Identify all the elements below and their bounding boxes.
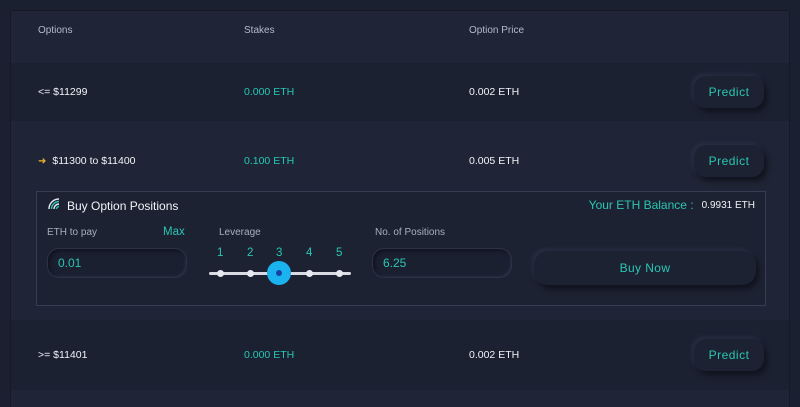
leverage-option-5[interactable]: 5 [336, 247, 342, 259]
table-row-selected: ➜ $11300 to $11400 0.100 ETH 0.005 ETH P… [11, 127, 789, 195]
leverage-stop-2[interactable] [247, 270, 254, 277]
option-price: 0.002 ETH [469, 86, 520, 98]
table-row: >= $11401 0.000 ETH 0.002 ETH Predict [11, 320, 789, 390]
option-stake: 0.000 ETH [244, 349, 295, 361]
option-range: $11300 to $11400 [52, 155, 136, 167]
option-stake: 0.000 ETH [244, 86, 295, 98]
buy-now-button[interactable]: Buy Now [534, 251, 756, 285]
buy-panel-title-text: Buy Option Positions [67, 198, 179, 213]
arrow-right-icon: ➜ [38, 155, 47, 167]
leverage-option-4[interactable]: 4 [306, 247, 312, 259]
positions-input[interactable]: 6.25 [372, 248, 512, 278]
option-range: >= $11401 [38, 349, 88, 361]
option-price: 0.005 ETH [469, 155, 520, 167]
option-stake: 0.100 ETH [244, 155, 295, 167]
leverage-slider-knob[interactable] [267, 261, 291, 285]
option-price: 0.002 ETH [469, 349, 520, 361]
leverage-option-3[interactable]: 3 [276, 247, 282, 259]
leverage-option-2[interactable]: 2 [247, 247, 253, 259]
leverage-stop-1[interactable] [217, 270, 224, 277]
knob-center [276, 270, 282, 276]
option-range: <= $11299 [38, 86, 88, 98]
eth-balance: Your ETH Balance : 0.9931 ETH [589, 198, 755, 212]
table-row: <= $11299 0.000 ETH 0.002 ETH Predict [11, 63, 789, 121]
positions-label: No. of Positions [375, 227, 446, 238]
options-panel: Options Stakes Option Price <= $11299 0.… [10, 10, 790, 407]
option-range-cell: ➜ $11300 to $11400 [38, 155, 136, 167]
predict-button[interactable]: Predict [694, 145, 764, 177]
buy-option-panel: Buy Option Positions Your ETH Balance : … [36, 191, 766, 306]
eth-to-pay-label: ETH to pay [47, 227, 98, 238]
eth-balance-label: Your ETH Balance : [588, 198, 694, 212]
rainbow-icon [47, 197, 61, 214]
leverage-stop-5[interactable] [336, 270, 343, 277]
eth-balance-value: 0.9931 ETH [701, 199, 755, 211]
header-options: Options [38, 25, 73, 36]
table-header: Options Stakes Option Price [11, 11, 789, 51]
leverage-stop-4[interactable] [306, 270, 313, 277]
header-option-price: Option Price [469, 25, 525, 36]
leverage-label: Leverage [219, 227, 261, 238]
leverage-option-1[interactable]: 1 [217, 247, 223, 259]
header-stakes: Stakes [244, 25, 275, 36]
buy-panel-title: Buy Option Positions [47, 197, 178, 214]
predict-button[interactable]: Predict [694, 339, 764, 371]
predict-button[interactable]: Predict [694, 76, 764, 108]
eth-to-pay-input[interactable]: 0.01 [47, 248, 187, 278]
max-button[interactable]: Max [163, 226, 185, 238]
